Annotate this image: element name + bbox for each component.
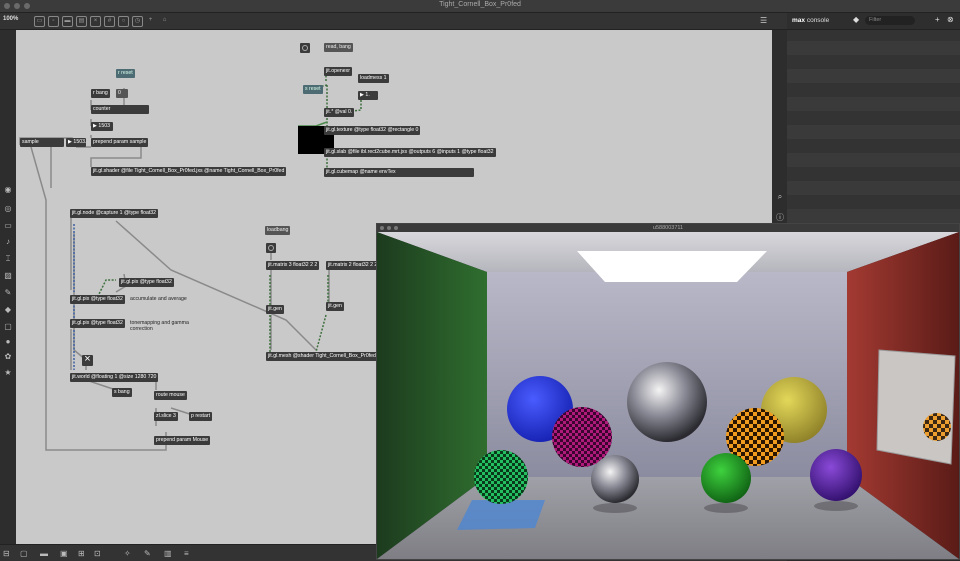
jit-gen-object-1[interactable]: jit.gen [266, 305, 284, 314]
jit-world-object[interactable]: jit.world @floating 1 @size 1280 720 [70, 373, 159, 382]
presentation-icon[interactable]: ▭ [34, 16, 45, 27]
chrome-sphere [627, 362, 707, 442]
purple-sphere [810, 449, 862, 501]
mixer-icon[interactable]: ≡ [184, 549, 189, 558]
dial-icon[interactable]: ○ [118, 16, 129, 27]
target-icon[interactable]: ◎ [3, 204, 13, 214]
add-icon[interactable]: + [935, 15, 940, 24]
jit-matrix2-object[interactable]: jit.matrix 2 float32 2 2 [326, 261, 380, 270]
settings-icon[interactable]: ✿ [3, 352, 13, 362]
number-box-1503[interactable]: ▶ 1503 [91, 122, 113, 131]
gl-pix-object-3[interactable]: jit.gl.pix @type float32 [70, 319, 125, 328]
debug-icon[interactable]: ✧ [124, 549, 131, 558]
grid-icon[interactable]: ⊞ [78, 549, 85, 558]
receive-bang-object[interactable]: r bang [91, 89, 110, 98]
left-sidebar: ◉ ◎ ▭ ♪ ⌶ ▨ ✎ ◆ ▢ ● ✿ ★ [0, 30, 16, 544]
number-icon[interactable]: # [104, 16, 115, 27]
paperclip-icon[interactable]: ✎ [3, 288, 13, 298]
toggle-icon[interactable]: × [90, 16, 101, 27]
tonemap-comment: tonemapping and gamma correction [130, 320, 189, 332]
window-title: Tight_Cornell_Box_Pr0fed [439, 1, 521, 8]
green-sphere [701, 453, 751, 503]
info-icon[interactable]: ● [3, 337, 13, 347]
grab-icon[interactable]: ⌂ [160, 16, 169, 25]
console-header: max console ◆ Filter + ⊗ [787, 13, 960, 30]
copy-icon[interactable]: ▣ [60, 549, 68, 558]
search-icon[interactable]: ⌕ [775, 192, 785, 202]
package-icon[interactable]: ◆ [3, 305, 13, 315]
loadmess-object[interactable]: loadmess 1 [358, 74, 389, 83]
openexr-object[interactable]: jit.openexr [324, 67, 352, 76]
gl-texture-object[interactable]: jit.gl.texture @type float32 @rectangle … [324, 126, 421, 135]
render-window[interactable]: u588003711 [376, 223, 960, 560]
bracket-icon[interactable]: ⌶ [3, 254, 13, 264]
window-titlebar: Tight_Cornell_Box_Pr0fed [0, 0, 960, 13]
gl-slab-object[interactable]: jit.gl.slab @file ibl.rect2cube.mrt.jxs … [324, 148, 496, 157]
gl-shader-object[interactable]: jit.gl.shader @file Tight_Cornell_Box_Pr… [91, 167, 287, 176]
console-filter-input[interactable]: Filter [865, 16, 915, 25]
patcher-toolbar: 100% ▭ ▫ ▬ ▤ × # ○ ◷ + ⌂ ☰ [0, 13, 787, 30]
gl-cubemap-object[interactable]: jit.gl.cubemap @name envTex [324, 168, 474, 177]
close-icon[interactable]: ⊗ [947, 15, 954, 24]
presentation-toggle-icon[interactable]: ▢ [20, 549, 28, 558]
p-restart-object[interactable]: p restart [189, 412, 213, 421]
jit-matrix3-object[interactable]: jit.matrix 3 float32 2 2 [266, 261, 320, 270]
render-window-title: u588003711 [377, 224, 959, 232]
send-bang-object[interactable]: s bang [112, 388, 132, 397]
piano-icon[interactable]: ▥ [164, 549, 172, 558]
bang-button[interactable] [300, 43, 310, 53]
clock-icon[interactable]: ◷ [132, 16, 143, 27]
magenta-checker-sphere [552, 407, 612, 467]
globe-icon[interactable]: ◉ [3, 185, 13, 195]
accumulate-comment: accumulate and average [130, 296, 187, 302]
message-icon[interactable]: ▬ [62, 16, 73, 27]
zoom-level[interactable]: 100% [3, 16, 18, 22]
jit-multiply-object[interactable]: jit.* @val 0. [324, 108, 355, 117]
float-box-1[interactable]: ▶ 1. [358, 91, 378, 100]
send-reset-object[interactable]: s reset [303, 85, 323, 94]
zero-message[interactable]: 0 [116, 89, 128, 98]
cornell-box-render [377, 232, 959, 559]
loadbang-button[interactable] [266, 243, 276, 253]
wrench-icon[interactable]: ✎ [144, 549, 151, 558]
gl-mesh-object[interactable]: jit.gl.mesh @shader Tight_Cornell_Box_Pr… [266, 352, 378, 361]
loadbang-object[interactable]: loadbang [265, 226, 291, 235]
counter-object[interactable]: counter [91, 105, 149, 114]
diamond-icon[interactable]: ◆ [853, 15, 859, 24]
render-window-controls[interactable] [380, 226, 398, 230]
prepend-sample-object[interactable]: prepend param sample [91, 138, 149, 147]
align-icon[interactable]: ⊡ [94, 549, 101, 558]
green-checker-sphere [474, 450, 528, 504]
prepend-mouse-object[interactable]: prepend param Mouse [154, 436, 211, 445]
read-bang-message[interactable]: read, bang [324, 43, 353, 52]
object-icon[interactable]: ▫ [48, 16, 59, 27]
comment-icon[interactable]: ▤ [76, 16, 87, 27]
console-list-icon[interactable]: ☰ [760, 16, 770, 25]
lock-icon[interactable]: ⊟ [3, 549, 10, 558]
console-title: max console [792, 17, 830, 24]
zl-slice-object[interactable]: zl.slice 3 [154, 412, 178, 421]
receive-reset-object[interactable]: r reset [116, 69, 135, 78]
add-object-icon[interactable]: + [146, 16, 155, 25]
speech-icon[interactable]: ▬ [40, 549, 48, 558]
gl-node-object[interactable]: jit.gl.node @capture 1 @type float32 [70, 209, 159, 218]
panel-icon[interactable]: ▭ [3, 221, 13, 231]
sample-menu[interactable]: sample [20, 138, 64, 147]
jit-gen-object-2[interactable]: jit.gen [326, 302, 344, 311]
frame-icon[interactable]: ▢ [3, 322, 13, 332]
float-box-1503[interactable]: ▶ 1503. [66, 138, 86, 147]
gl-pix-object-1[interactable]: jit.gl.pix @type float32 [119, 278, 174, 287]
image-icon[interactable]: ▨ [3, 271, 13, 281]
gl-pix-object-2[interactable]: jit.gl.pix @type float32 [70, 295, 125, 304]
world-toggle[interactable] [82, 353, 93, 366]
route-mouse-object[interactable]: route mouse [154, 391, 187, 400]
small-chrome-sphere [591, 455, 639, 503]
info-icon[interactable]: ⓘ [775, 212, 785, 222]
music-icon[interactable]: ♪ [3, 237, 13, 247]
star-icon[interactable]: ★ [3, 368, 13, 378]
